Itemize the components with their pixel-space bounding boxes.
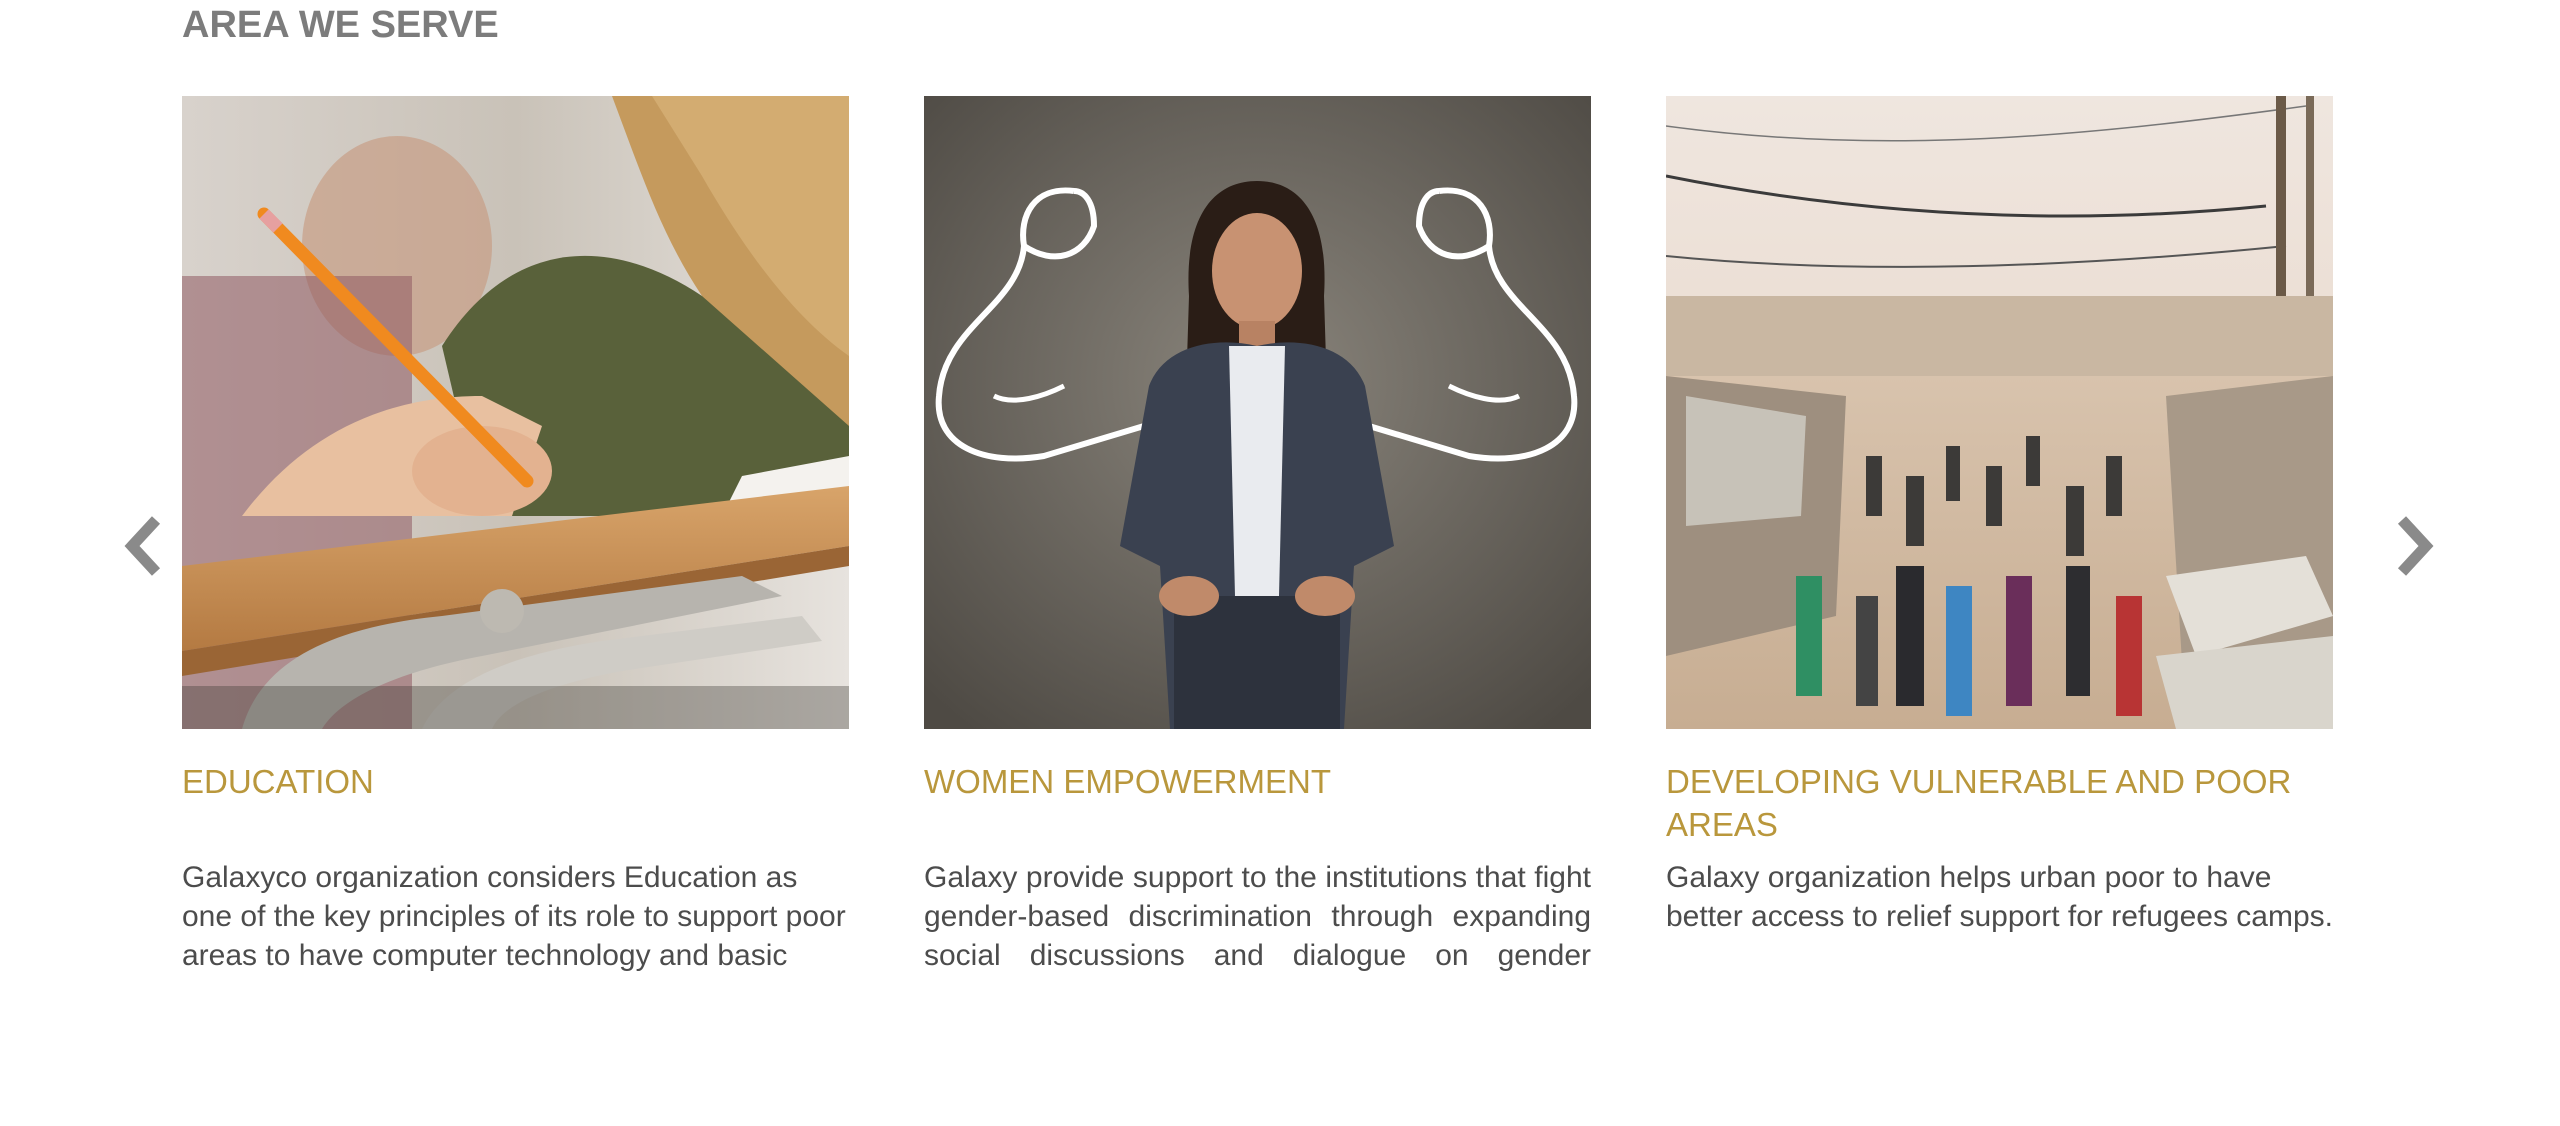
card-title: DEVELOPING VULNERABLE AND POOR AREAS	[1666, 763, 2292, 843]
education-image	[182, 96, 849, 729]
section-title: AREA WE SERVE	[182, 4, 499, 46]
card-title: WOMEN EMPOWERMENT	[924, 763, 1331, 800]
service-card-education: EDUCATION Galaxyco organization consider…	[182, 96, 849, 972]
service-card-women-empowerment: WOMEN EMPOWERMENT Galaxy provide support…	[924, 96, 1591, 972]
card-description: Galaxy provide support to the institutio…	[924, 861, 1591, 972]
carousel-prev-button[interactable]	[120, 512, 168, 580]
card-description: Galaxyco organization considers Educatio…	[182, 861, 846, 972]
area-we-serve-section: AREA WE SERVE EDUCATION Galaxyco organiz…	[0, 0, 2560, 1126]
women-empowerment-image	[924, 96, 1591, 729]
chevron-left-icon	[124, 516, 161, 576]
card-title: EDUCATION	[182, 763, 374, 800]
service-card-developing-areas: DEVELOPING VULNERABLE AND POOR AREAS Gal…	[1666, 96, 2333, 933]
developing-areas-image	[1666, 96, 2333, 729]
card-description: Galaxy organization helps urban poor to …	[1666, 861, 2333, 933]
chevron-right-icon	[2397, 516, 2434, 576]
carousel-next-button[interactable]	[2390, 512, 2438, 580]
